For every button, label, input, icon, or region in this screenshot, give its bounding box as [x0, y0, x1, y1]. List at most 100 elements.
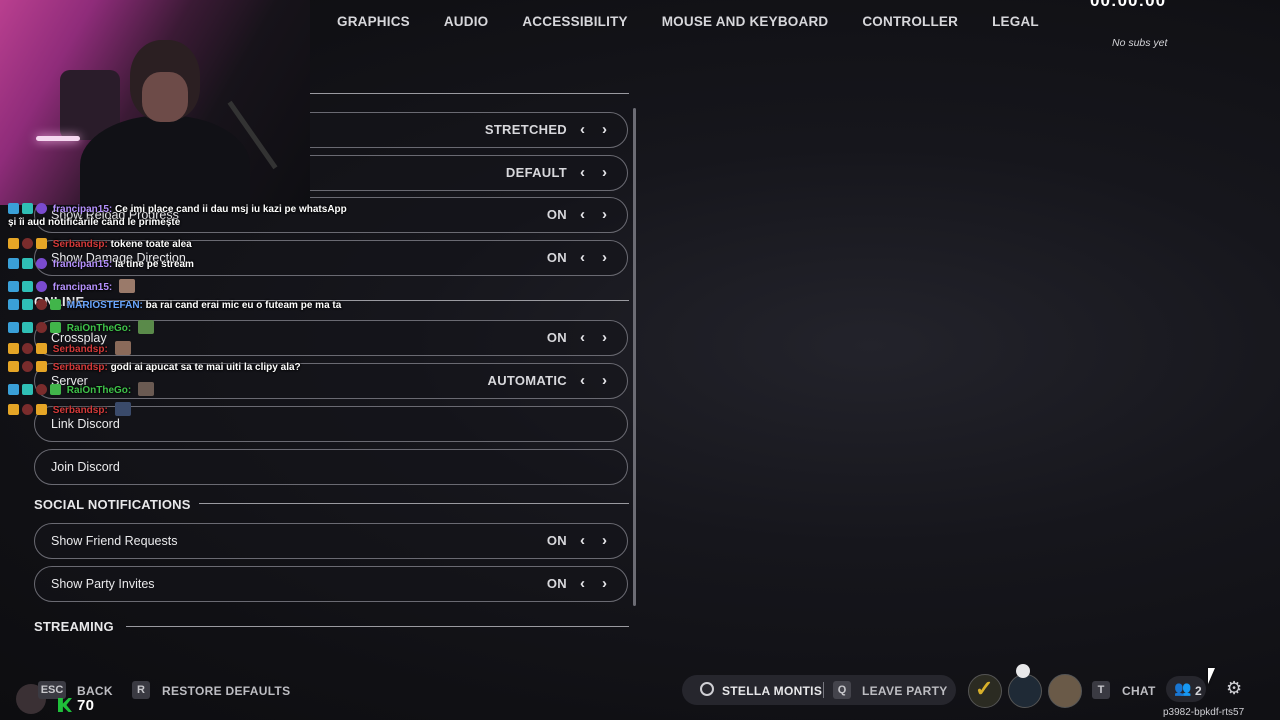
- chat-text: Ce imi place cand ii dau msj iu kazi pe …: [115, 204, 347, 215]
- esc-key-icon: ESC: [38, 681, 66, 699]
- chat-text: godi ai apucat sa te mai uiti la clipy a…: [110, 362, 301, 373]
- tab-legal[interactable]: LEGAL: [992, 14, 1039, 29]
- subs-status: No subs yet: [1112, 37, 1168, 49]
- tab-controller[interactable]: CONTROLLER: [862, 14, 958, 29]
- chat-badge-icon: [22, 281, 33, 292]
- chat-badge-icon: [50, 384, 61, 395]
- setting-value: ON: [546, 576, 567, 591]
- section-header-social-notifications: SOCIAL NOTIFICATIONS: [34, 497, 191, 512]
- tab-accessibility[interactable]: ACCESSIBILITY: [522, 14, 627, 29]
- chevron-right-icon[interactable]: ›: [602, 113, 607, 147]
- tab-graphics[interactable]: GRAPHICS: [337, 14, 410, 29]
- stream-timer: 00:00:00: [1090, 0, 1167, 10]
- chevron-left-icon[interactable]: ‹: [580, 113, 585, 147]
- people-icon: 👥: [1174, 680, 1192, 696]
- chat-message: Serbandsp:: [8, 402, 131, 416]
- gear-icon[interactable]: ⚙: [1226, 678, 1242, 699]
- chat-badge-icon: [36, 343, 47, 354]
- chat-username: Serbandsp:: [52, 344, 108, 355]
- chat-badge-icon: [36, 384, 47, 395]
- chat-badge-icon: [8, 281, 19, 292]
- session-id: p3982-bpkdf-rts57: [1163, 707, 1245, 718]
- chat-username: francipan15:: [52, 259, 113, 270]
- join-discord-button[interactable]: Join Discord: [34, 449, 628, 485]
- settings-scrollbar[interactable]: [633, 108, 636, 606]
- setting-value: STRETCHED: [484, 122, 567, 137]
- party-divider: [823, 682, 824, 698]
- chevron-right-icon[interactable]: ›: [602, 321, 607, 355]
- chevron-right-icon[interactable]: ›: [602, 198, 607, 232]
- back-button[interactable]: BACK: [77, 684, 113, 698]
- t-key-icon: T: [1092, 681, 1110, 699]
- chevron-right-icon[interactable]: ›: [602, 524, 607, 558]
- chat-text: la tine pe stream: [115, 259, 194, 270]
- mouse-cursor-icon: [1208, 668, 1215, 684]
- chat-badge-icon: [36, 238, 47, 249]
- chat-badge-icon: [22, 203, 33, 214]
- chevron-right-icon[interactable]: ›: [602, 241, 607, 275]
- chevron-left-icon[interactable]: ‹: [580, 321, 585, 355]
- section-divider: [310, 93, 629, 94]
- section-divider: [126, 626, 629, 627]
- chevron-right-icon[interactable]: ›: [602, 364, 607, 398]
- chat-text: ba rai cand erai mic eu o futeam pe ma t…: [145, 300, 342, 311]
- chat-message: MARIOSTEFAN: ba rai cand erai mic eu o f…: [8, 299, 341, 311]
- setting-row-show-friend-requests[interactable]: Show Friend Requests ON ‹ ›: [34, 523, 628, 559]
- setting-value: ON: [546, 330, 567, 345]
- setting-row-show-party-invites[interactable]: Show Party Invites ON ‹ ›: [34, 566, 628, 602]
- chat-badge-icon: [22, 343, 33, 354]
- chevron-left-icon[interactable]: ‹: [580, 364, 585, 398]
- webcam-streamer-face: [142, 72, 188, 122]
- chevron-left-icon[interactable]: ‹: [580, 198, 585, 232]
- leave-party-button[interactable]: LEAVE PARTY: [862, 684, 948, 698]
- chevron-right-icon[interactable]: ›: [602, 567, 607, 601]
- level-icon: [58, 698, 72, 712]
- section-divider: [199, 503, 629, 504]
- chat-username: MARIOSTEFAN:: [66, 300, 143, 311]
- chat-badge-icon: [22, 384, 33, 395]
- tab-mouse-and-keyboard[interactable]: MOUSE AND KEYBOARD: [662, 14, 829, 29]
- chat-message: RaiOnTheGo:: [8, 382, 155, 396]
- chevron-right-icon[interactable]: ›: [602, 156, 607, 190]
- setting-label: Join Discord: [51, 460, 120, 474]
- chat-badge-icon: [36, 281, 47, 292]
- setting-value: AUTOMATIC: [487, 373, 567, 388]
- chat-message: Serbandsp: godi ai apucat sa te mai uiti…: [8, 361, 301, 373]
- party-member-avatar[interactable]: [1048, 674, 1082, 708]
- chat-message-continued: și îi aud notificările când le primește: [8, 217, 181, 228]
- setting-label: Show Party Invites: [51, 577, 155, 591]
- r-key-icon: R: [132, 681, 150, 699]
- restore-defaults-button[interactable]: RESTORE DEFAULTS: [162, 684, 290, 698]
- chat-button[interactable]: CHAT: [1122, 684, 1156, 698]
- chat-emote: [114, 341, 131, 355]
- chat-badge-icon: [8, 343, 19, 354]
- webcam-overlay: [0, 0, 310, 205]
- chat-emote: [138, 320, 155, 334]
- tab-audio[interactable]: AUDIO: [444, 14, 489, 29]
- chevron-left-icon[interactable]: ‹: [580, 156, 585, 190]
- webcam-light: [36, 136, 80, 141]
- ready-check-icon[interactable]: ✓: [968, 674, 1002, 708]
- party-member-avatar[interactable]: [1008, 674, 1042, 708]
- chat-badge-icon: [8, 384, 19, 395]
- chat-emote: [119, 279, 136, 293]
- chevron-left-icon[interactable]: ‹: [580, 567, 585, 601]
- chat-username: RaiOnTheGo:: [66, 323, 132, 334]
- chat-badge-icon: [8, 361, 19, 372]
- chat-badge-icon: [36, 258, 47, 269]
- player-name[interactable]: STELLA MONTIS: [722, 684, 822, 698]
- chat-message: Serbandsp:: [8, 341, 131, 355]
- player-badge-icon: [700, 682, 714, 696]
- chat-badge-icon: [36, 299, 47, 310]
- chevron-left-icon[interactable]: ‹: [580, 524, 585, 558]
- chat-text: tokene toate alea: [110, 239, 192, 250]
- chat-badge-icon: [8, 238, 19, 249]
- chevron-left-icon[interactable]: ‹: [580, 241, 585, 275]
- chat-message: francipan15: Ce imi place cand ii dau ms…: [8, 203, 347, 215]
- chat-message: Serbandsp: tokene toate alea: [8, 238, 192, 250]
- chat-badge-icon: [36, 361, 47, 372]
- chat-badge-icon: [22, 299, 33, 310]
- chat-username: Serbandsp:: [52, 239, 108, 250]
- chat-badge-icon: [22, 361, 33, 372]
- chat-username: Serbandsp:: [52, 362, 108, 373]
